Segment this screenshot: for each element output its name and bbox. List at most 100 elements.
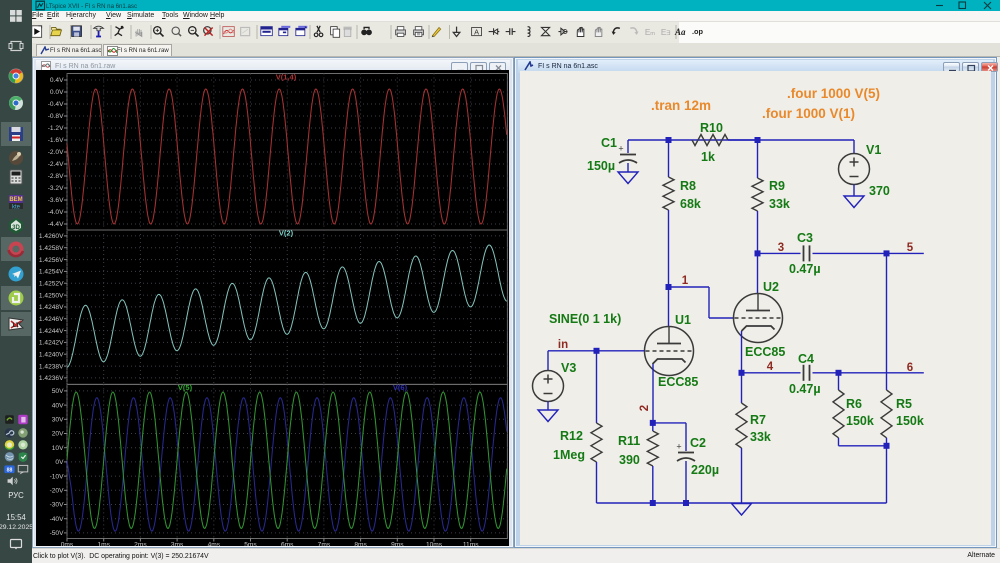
svg-text:Aa: Aa: [674, 27, 686, 37]
svg-text:.four 1000 V(5): .four 1000 V(5): [787, 86, 880, 101]
svg-text:BEM: BEM: [9, 197, 22, 203]
svg-text:33k: 33k: [769, 197, 790, 211]
svg-text:0.47µ: 0.47µ: [789, 382, 821, 396]
svg-text:U2: U2: [763, 280, 779, 294]
svg-text:7ms: 7ms: [318, 542, 331, 547]
svg-text:2ms: 2ms: [134, 542, 147, 547]
svg-text:30V: 30V: [52, 417, 64, 424]
svg-text:R6: R6: [846, 397, 862, 411]
svg-text:РУС: РУС: [8, 491, 24, 500]
svg-text:-2.4V: -2.4V: [48, 161, 64, 168]
svg-text:1ms: 1ms: [97, 542, 110, 547]
svg-text:-4.0V: -4.0V: [48, 209, 64, 216]
svg-text:EƎ: EƎ: [661, 28, 671, 37]
svg-text:1.4252V: 1.4252V: [39, 280, 64, 287]
svg-text:R9: R9: [769, 179, 785, 193]
svg-text:1.4242V: 1.4242V: [39, 340, 64, 347]
svg-text:150k: 150k: [896, 414, 924, 428]
svg-text:1.4248V: 1.4248V: [39, 304, 64, 311]
svg-text:150µ: 150µ: [587, 159, 615, 173]
svg-text:10V: 10V: [52, 445, 64, 452]
svg-text:V3: V3: [561, 361, 576, 375]
svg-text:50V: 50V: [52, 388, 64, 395]
svg-text:10ms: 10ms: [426, 542, 443, 547]
svg-text:1Meg: 1Meg: [553, 448, 585, 462]
svg-text:.tran 12m: .tran 12m: [651, 98, 711, 113]
svg-text:0.47µ: 0.47µ: [789, 262, 821, 276]
svg-text:C4: C4: [798, 352, 814, 366]
svg-text:0V: 0V: [55, 459, 64, 466]
svg-text:1.4246V: 1.4246V: [39, 316, 64, 323]
svg-text:-3.6V: -3.6V: [48, 197, 64, 204]
svg-text:3D: 3D: [12, 225, 20, 231]
svg-text:V(2): V(2): [279, 229, 294, 238]
svg-text:1.4236V: 1.4236V: [39, 375, 64, 382]
svg-text:15:54: 15:54: [6, 513, 26, 522]
svg-text:8ms: 8ms: [354, 542, 367, 547]
svg-text:kte: kte: [12, 205, 21, 211]
svg-text:C1: C1: [601, 136, 617, 150]
svg-text:V(5): V(5): [178, 383, 193, 392]
svg-text:-40V: -40V: [50, 516, 65, 523]
svg-text:R8: R8: [680, 179, 696, 193]
svg-text:V1: V1: [866, 143, 881, 157]
svg-text:C2: C2: [690, 436, 706, 450]
svg-text:R12: R12: [560, 429, 583, 443]
svg-text:in: in: [558, 339, 568, 351]
svg-text:9ms: 9ms: [391, 542, 404, 547]
svg-text:R5: R5: [896, 397, 912, 411]
svg-text:390: 390: [619, 453, 640, 467]
svg-text:370: 370: [869, 184, 890, 198]
svg-text:ECC85: ECC85: [745, 345, 785, 359]
svg-text:1: 1: [682, 275, 689, 287]
svg-text:5ms: 5ms: [244, 542, 257, 547]
svg-text:6: 6: [907, 362, 913, 374]
svg-text:A: A: [474, 27, 479, 36]
svg-text:0.0V: 0.0V: [50, 89, 64, 96]
svg-text:-1.2V: -1.2V: [48, 125, 64, 132]
svg-text:3ms: 3ms: [171, 542, 184, 547]
svg-text:-4.4V: -4.4V: [48, 221, 64, 228]
svg-text:R11: R11: [618, 434, 640, 448]
svg-text:-0.8V: -0.8V: [48, 113, 64, 120]
svg-text:2: 2: [639, 405, 651, 411]
svg-text:1.4256V: 1.4256V: [39, 257, 64, 264]
svg-text:11ms: 11ms: [463, 542, 479, 547]
svg-text:U1: U1: [675, 313, 691, 327]
svg-text:5: 5: [907, 242, 914, 254]
svg-text:1.4240V: 1.4240V: [39, 351, 64, 358]
svg-text:R7: R7: [750, 413, 766, 427]
svg-text:-10V: -10V: [50, 473, 65, 480]
svg-text:6ms: 6ms: [281, 542, 294, 547]
svg-text:20V: 20V: [52, 431, 64, 438]
svg-text:220µ: 220µ: [691, 463, 719, 477]
svg-text:V(1,4): V(1,4): [276, 73, 297, 82]
svg-text:68k: 68k: [680, 197, 701, 211]
svg-text:40V: 40V: [52, 402, 64, 409]
svg-text:R10: R10: [700, 121, 723, 135]
svg-text:1k: 1k: [701, 150, 715, 164]
svg-text:1.4250V: 1.4250V: [39, 292, 64, 299]
svg-text:4ms: 4ms: [208, 542, 221, 547]
svg-text:-1.6V: -1.6V: [48, 137, 64, 144]
svg-text:-2.0V: -2.0V: [48, 149, 64, 156]
svg-text:-50V: -50V: [50, 530, 65, 537]
svg-text:SINE(0 1 1k): SINE(0 1 1k): [549, 312, 621, 326]
svg-text:4: 4: [767, 361, 774, 373]
svg-text:-30V: -30V: [50, 502, 65, 509]
svg-text:-3.2V: -3.2V: [48, 185, 64, 192]
svg-text:29.12.2025: 29.12.2025: [0, 524, 32, 531]
svg-text:LTspice XVII - FI s RN na 6n1.: LTspice XVII - FI s RN na 6n1.asc: [46, 3, 137, 10]
svg-text:3: 3: [778, 242, 784, 254]
svg-text:1.4244V: 1.4244V: [39, 328, 64, 335]
svg-text:+: +: [676, 442, 681, 452]
svg-text:-2.8V: -2.8V: [48, 173, 64, 180]
svg-text:.op: .op: [692, 27, 704, 36]
svg-text:88: 88: [7, 467, 13, 473]
svg-text:1.4254V: 1.4254V: [39, 269, 64, 276]
svg-text:ECC85: ECC85: [658, 375, 698, 389]
svg-text:33k: 33k: [750, 430, 771, 444]
svg-text:LT: LT: [13, 323, 20, 329]
svg-text:1.4260V: 1.4260V: [39, 233, 64, 240]
svg-text:V(6): V(6): [393, 383, 408, 392]
